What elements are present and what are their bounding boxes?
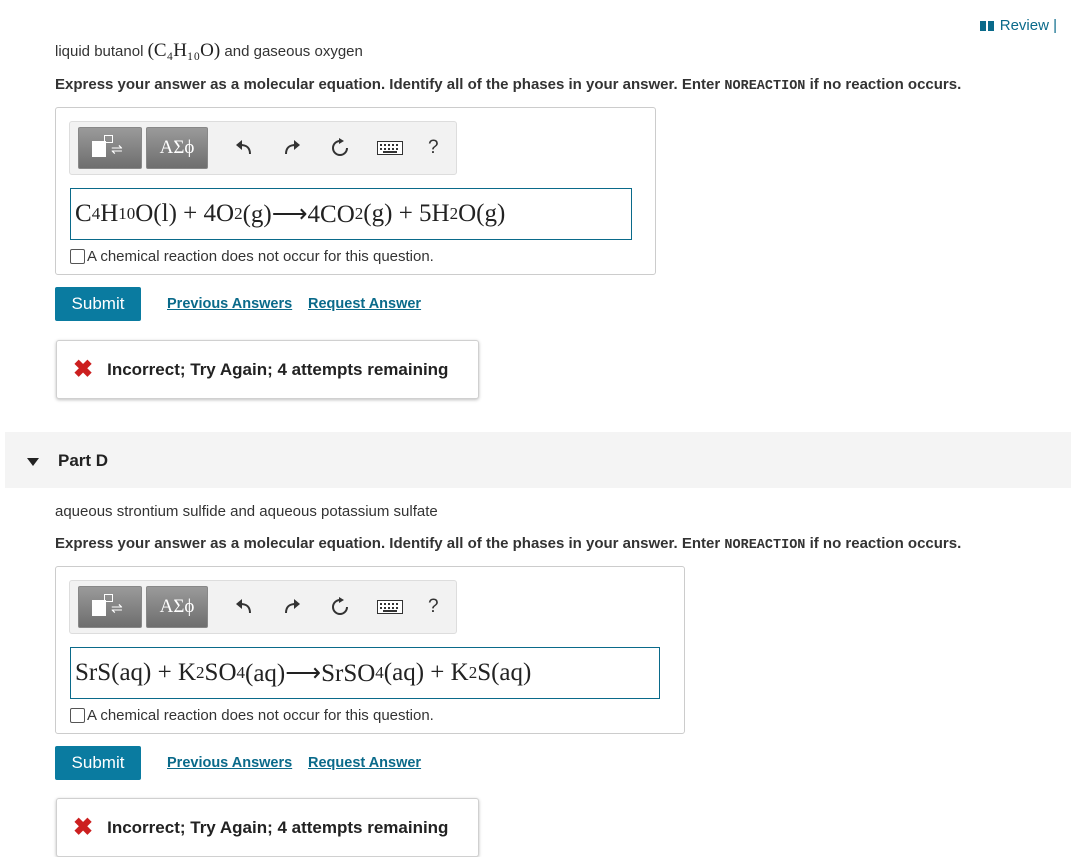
redo-icon[interactable] [280, 136, 304, 160]
part-d-answer-box: ⇌ ΑΣϕ ? SrS(aq) + K 2 SO 4 (aq)⟶SrSO 4 (aq) + … [55, 566, 685, 734]
feedback-text: Incorrect; Try Again; 4 attempts remaini… [107, 817, 449, 837]
equation-toolbar: ⇌ ΑΣϕ ? [69, 580, 457, 634]
no-reaction-checkbox[interactable] [70, 708, 85, 723]
reset-icon[interactable] [328, 136, 352, 160]
keyboard-icon[interactable] [376, 136, 404, 160]
part-d-instruction: Express your answer as a molecular equat… [55, 535, 961, 553]
equation-part: SrS(aq) + K [75, 659, 197, 686]
previous-answers-link[interactable]: Previous Answers [167, 755, 292, 771]
instruction-code: NOREACTION [724, 79, 806, 94]
feedback-message: ✖ Incorrect; Try Again; 4 attempts remai… [56, 798, 479, 857]
template-icon [92, 600, 106, 616]
error-x-icon: ✖ [73, 814, 94, 841]
instruction-code: NOREACTION [724, 538, 806, 553]
request-answer-link[interactable]: Request Answer [308, 755, 421, 771]
book-icon [979, 20, 994, 31]
reset-icon[interactable] [328, 595, 352, 619]
templates-button[interactable]: ⇌ [78, 586, 142, 628]
help-button[interactable]: ? [428, 137, 439, 159]
equation-part: S(aq) [477, 659, 532, 686]
part-d-header[interactable]: Part D [5, 432, 1071, 488]
review-link[interactable]: Review | [979, 17, 1057, 34]
review-label: Review | [999, 17, 1057, 34]
no-reaction-label: A chemical reaction does not occur for t… [87, 248, 434, 265]
part-c-prompt: liquid butanol (C₄H₁₀O) and gaseous oxyg… [55, 40, 363, 62]
previous-answers-link[interactable]: Previous Answers [167, 296, 292, 312]
request-answer-link[interactable]: Request Answer [308, 296, 421, 312]
submit-button[interactable]: Submit [55, 746, 141, 780]
equation-part: H [100, 200, 119, 227]
template-icon [92, 141, 106, 157]
equation-part: (g) + 5H [363, 200, 450, 227]
equation-toolbar: ⇌ ΑΣϕ ? [69, 121, 457, 175]
equation-part: C [75, 200, 92, 227]
no-reaction-label: A chemical reaction does not occur for t… [87, 707, 434, 724]
keyboard-icon[interactable] [376, 595, 404, 619]
help-button[interactable]: ? [428, 596, 439, 618]
undo-icon[interactable] [232, 136, 256, 160]
submit-button[interactable]: Submit [55, 287, 141, 321]
instruction-text: if no reaction occurs. [805, 535, 962, 552]
instruction-text: Express your answer as a molecular equat… [55, 535, 725, 552]
equation-part: (g)⟶4CO [242, 201, 355, 228]
no-reaction-row: A chemical reaction does not occur for t… [70, 707, 434, 724]
templates-button[interactable]: ⇌ [78, 127, 142, 169]
instruction-text: if no reaction occurs. [805, 76, 962, 93]
instruction-text: Express your answer as a molecular equat… [55, 76, 725, 93]
equation-part: O(l) + 4O [135, 200, 235, 227]
prompt-formula: (C₄H₁₀O) [147, 40, 221, 61]
symbols-button[interactable]: ΑΣϕ [146, 127, 208, 169]
part-c-answer-box: ⇌ ΑΣϕ ? C 4 H 10 O(l) + 4O 2 (g)⟶4CO 2 (g) + 5H 2… [55, 107, 656, 275]
feedback-message: ✖ Incorrect; Try Again; 4 attempts remai… [56, 340, 479, 399]
part-c-instruction: Express your answer as a molecular equat… [55, 76, 961, 94]
no-reaction-row: A chemical reaction does not occur for t… [70, 248, 434, 265]
part-d-title: Part D [58, 451, 109, 470]
equation-part: (aq)⟶SrSO [245, 660, 376, 687]
equation-input[interactable]: C 4 H 10 O(l) + 4O 2 (g)⟶4CO 2 (g) + 5H 2 O(g) [70, 188, 632, 240]
undo-icon[interactable] [232, 595, 256, 619]
feedback-text: Incorrect; Try Again; 4 attempts remaini… [107, 359, 449, 379]
collapse-triangle-icon[interactable] [27, 458, 39, 466]
equation-part: O(g) [458, 200, 506, 227]
part-d-prompt: aqueous strontium sulfide and aqueous po… [55, 503, 438, 520]
equation-input[interactable]: SrS(aq) + K 2 SO 4 (aq)⟶SrSO 4 (aq) + K 2 S(aq) [70, 647, 660, 699]
no-reaction-checkbox[interactable] [70, 249, 85, 264]
prompt-text: liquid butanol [55, 43, 148, 60]
redo-icon[interactable] [280, 595, 304, 619]
equation-part: (aq) + K [383, 659, 469, 686]
error-x-icon: ✖ [73, 356, 94, 383]
symbols-button[interactable]: ΑΣϕ [146, 586, 208, 628]
equation-part: SO [204, 659, 237, 686]
prompt-text: and gaseous oxygen [220, 43, 363, 60]
